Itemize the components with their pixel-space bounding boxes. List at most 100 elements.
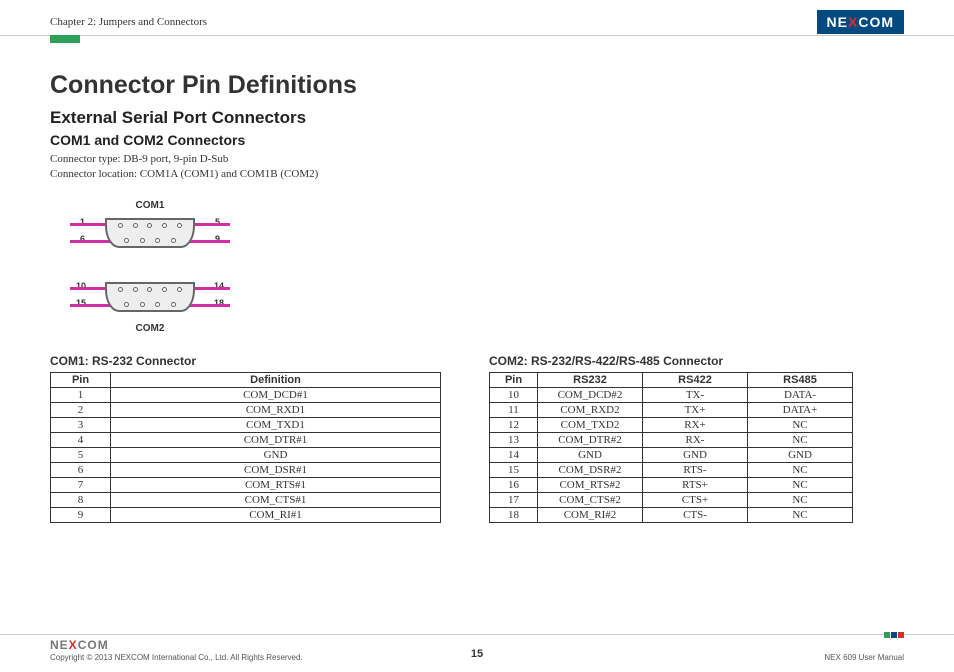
com1-label: COM1	[50, 200, 250, 211]
footer-right-text: NEX 609 User Manual	[824, 653, 904, 662]
brand-logo: NEXCOM	[817, 10, 904, 34]
com2-diagram: 10 14 15 18 COM2	[50, 272, 250, 334]
table-row: 6COM_DSR#1	[51, 462, 441, 477]
com1-table-wrap: COM1: RS-232 Connector PinDefinition 1CO…	[50, 354, 441, 523]
table-cell: NC	[748, 417, 853, 432]
table-row: 1COM_DCD#1	[51, 387, 441, 402]
table-row: 12COM_TXD2RX+NC	[490, 417, 853, 432]
table-row: 4COM_DTR#1	[51, 432, 441, 447]
table-cell: 13	[490, 432, 538, 447]
table-cell: RX-	[643, 432, 748, 447]
footer-corner-icon	[884, 632, 904, 638]
table-cell: 12	[490, 417, 538, 432]
table-cell: 1	[51, 387, 111, 402]
table-cell: NC	[748, 507, 853, 522]
com1-table-title: COM1: RS-232 Connector	[50, 354, 441, 368]
brand-part-x: X	[848, 14, 858, 30]
table-row: 9COM_RI#1	[51, 507, 441, 522]
table-cell: 5	[51, 447, 111, 462]
table-cell: 11	[490, 402, 538, 417]
com2-table-title: COM2: RS-232/RS-422/RS-485 Connector	[489, 354, 853, 368]
table-cell: COM_CTS#1	[111, 492, 441, 507]
connector-location-line: Connector location: COM1A (COM1) and COM…	[50, 167, 904, 182]
table-cell: RTS+	[643, 477, 748, 492]
table-cell: COM_DSR#2	[538, 462, 643, 477]
table-cell: TX+	[643, 402, 748, 417]
copyright-text: Copyright © 2013 NEXCOM International Co…	[50, 653, 303, 662]
table-cell: 3	[51, 417, 111, 432]
connector-diagrams: COM1 1 5 6 9 10 14 15 18 COM2	[50, 200, 904, 334]
table-row: 17COM_CTS#2CTS+NC	[490, 492, 853, 507]
table-header: Definition	[111, 372, 441, 387]
table-cell: 7	[51, 477, 111, 492]
table-cell: GND	[111, 447, 441, 462]
table-cell: RX+	[643, 417, 748, 432]
footer-logo: NEXCOM	[50, 638, 303, 652]
table-header: RS232	[538, 372, 643, 387]
page-title: Connector Pin Definitions	[50, 71, 904, 100]
com2-table-wrap: COM2: RS-232/RS-422/RS-485 Connector Pin…	[489, 354, 853, 523]
table-cell: COM_RXD1	[111, 402, 441, 417]
chapter-title: Chapter 2: Jumpers and Connectors	[50, 16, 207, 28]
table-cell: 9	[51, 507, 111, 522]
db9-shape-2	[105, 282, 195, 312]
page-number: 15	[471, 648, 483, 660]
brand-part-ne: NE	[827, 14, 848, 30]
table-cell: COM_CTS#2	[538, 492, 643, 507]
table-cell: 15	[490, 462, 538, 477]
table-cell: COM_TXD2	[538, 417, 643, 432]
table-cell: 6	[51, 462, 111, 477]
table-cell: NC	[748, 462, 853, 477]
table-row: 7COM_RTS#1	[51, 477, 441, 492]
table-cell: COM_DSR#1	[111, 462, 441, 477]
com2-table: PinRS232RS422RS485 10COM_DCD#2TX-DATA-11…	[489, 372, 853, 523]
table-cell: COM_DTR#2	[538, 432, 643, 447]
table-row: 3COM_TXD1	[51, 417, 441, 432]
table-cell: NC	[748, 477, 853, 492]
section-title: External Serial Port Connectors	[50, 108, 904, 128]
table-row: 16COM_RTS#2RTS+NC	[490, 477, 853, 492]
subsection-title: COM1 and COM2 Connectors	[50, 132, 904, 148]
table-cell: GND	[748, 447, 853, 462]
table-cell: NC	[748, 492, 853, 507]
table-row: 15COM_DSR#2RTS-NC	[490, 462, 853, 477]
table-cell: COM_DTR#1	[111, 432, 441, 447]
table-row: 10COM_DCD#2TX-DATA-	[490, 387, 853, 402]
table-cell: COM_RXD2	[538, 402, 643, 417]
table-cell: 4	[51, 432, 111, 447]
table-cell: NC	[748, 432, 853, 447]
table-header: Pin	[490, 372, 538, 387]
table-cell: DATA+	[748, 402, 853, 417]
table-row: 8COM_CTS#1	[51, 492, 441, 507]
table-row: 2COM_RXD1	[51, 402, 441, 417]
table-cell: COM_RTS#2	[538, 477, 643, 492]
com1-table: PinDefinition 1COM_DCD#12COM_RXD13COM_TX…	[50, 372, 441, 523]
table-cell: COM_DCD#1	[111, 387, 441, 402]
table-cell: COM_TXD1	[111, 417, 441, 432]
table-header: RS485	[748, 372, 853, 387]
table-cell: COM_RI#2	[538, 507, 643, 522]
table-cell: 16	[490, 477, 538, 492]
table-cell: CTS+	[643, 492, 748, 507]
brand-part-com: COM	[858, 14, 894, 30]
table-cell: GND	[538, 447, 643, 462]
db9-shape	[105, 218, 195, 248]
table-cell: 17	[490, 492, 538, 507]
table-cell: 10	[490, 387, 538, 402]
table-row: 18COM_RI#2CTS-NC	[490, 507, 853, 522]
accent-bar	[50, 35, 80, 43]
table-cell: COM_RTS#1	[111, 477, 441, 492]
table-cell: DATA-	[748, 387, 853, 402]
table-cell: TX-	[643, 387, 748, 402]
table-header: Pin	[51, 372, 111, 387]
table-row: 13COM_DTR#2RX-NC	[490, 432, 853, 447]
table-cell: 2	[51, 402, 111, 417]
table-cell: GND	[643, 447, 748, 462]
table-cell: 18	[490, 507, 538, 522]
table-cell: RTS-	[643, 462, 748, 477]
table-cell: 8	[51, 492, 111, 507]
connector-type-line: Connector type: DB-9 port, 9-pin D-Sub	[50, 152, 904, 167]
table-cell: CTS-	[643, 507, 748, 522]
com2-label: COM2	[50, 323, 250, 334]
table-row: 5GND	[51, 447, 441, 462]
